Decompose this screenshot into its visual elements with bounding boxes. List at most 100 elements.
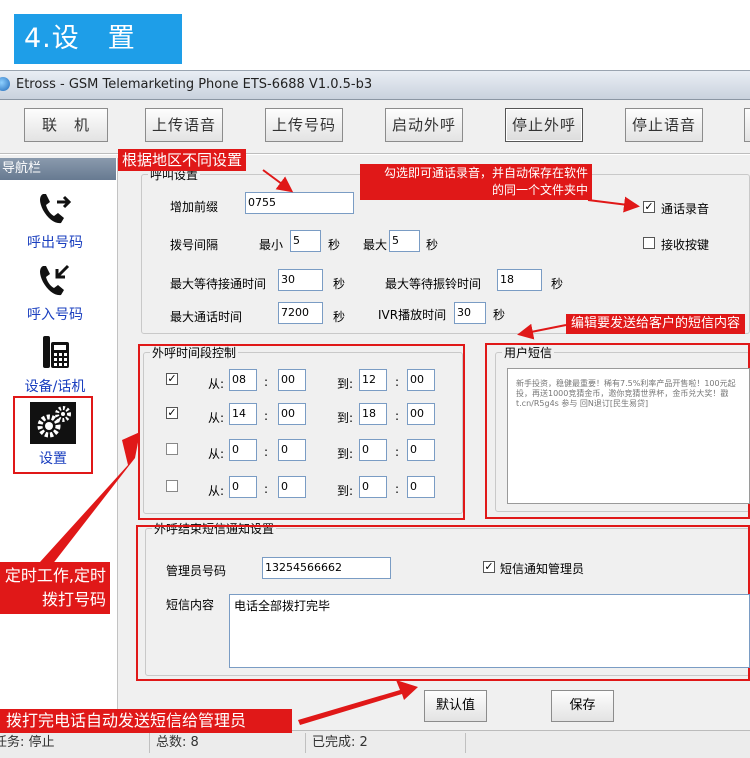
record-label: 通话录音 <box>661 202 710 216</box>
time-row-2-from-hour[interactable]: 14 <box>229 403 257 425</box>
min-interval-input[interactable]: 5 <box>290 230 321 252</box>
time-row-1-from-hour[interactable]: 08 <box>229 369 257 391</box>
stop-voice-button[interactable]: 停止语音 <box>625 108 703 142</box>
user-sms-textarea[interactable]: 新手投资，稳健最重要！稀有7.5%利率产品开售啦！100元起投，再送1000竞猜… <box>507 368 750 504</box>
time-row-3-from-hour[interactable]: 0 <box>229 439 257 461</box>
connect-button[interactable]: 联 机 <box>24 108 108 142</box>
save-button[interactable]: 保存 <box>551 690 614 722</box>
time-row-1-to-label: 到: <box>337 377 354 391</box>
time-row-2-from-minute[interactable]: 00 <box>278 403 306 425</box>
start-dial-button[interactable]: 启动外呼 <box>385 108 463 142</box>
max-wait-connect-label: 最大等待接通时间 <box>170 277 267 291</box>
nav-incoming[interactable]: 呼入号码 <box>0 260 110 324</box>
ivr-label: IVR播放时间 <box>378 308 447 322</box>
nav-outgoing[interactable]: 呼出号码 <box>0 188 110 252</box>
time-row-4-from-label: 从: <box>208 484 225 498</box>
time-row-2-from-colon: : <box>264 409 269 423</box>
incoming-call-icon <box>40 264 70 296</box>
time-row-3-from-colon: : <box>264 445 269 459</box>
interval-label: 拨号间隔 <box>170 238 219 252</box>
time-row-3-to-label: 到: <box>337 447 354 461</box>
max-call-sec-label: 秒 <box>333 310 346 324</box>
wait-ring-sec-label: 秒 <box>551 277 564 291</box>
section-title: 4.设 置 <box>14 14 182 64</box>
ivr-sec-label: 秒 <box>493 308 506 322</box>
time-row-2-from-label: 从: <box>208 411 225 425</box>
time-row-3-checkbox[interactable] <box>166 443 178 455</box>
upload-numbers-button[interactable]: 上传号码 <box>265 108 343 142</box>
nav-incoming-label: 呼入号码 <box>27 307 83 323</box>
time-row-4-checkbox[interactable] <box>166 480 178 492</box>
time-row-1-to-hour[interactable]: 12 <box>359 369 387 391</box>
admin-number-label: 管理员号码 <box>166 564 227 578</box>
time-row-1-from-colon: : <box>264 375 269 389</box>
status-bar: 任务: 停止 总数: 8 已完成: 2 <box>0 730 750 758</box>
time-row-4-from-hour[interactable]: 0 <box>229 476 257 498</box>
max-wait-ring-input[interactable]: 18 <box>497 269 542 291</box>
timed-callout: 定时工作,定时 拨打号码 <box>0 562 110 614</box>
nav-device[interactable]: 设备/话机 <box>0 332 110 396</box>
time-row-2-to-colon: : <box>395 409 400 423</box>
receive-key-label: 接收按键 <box>661 238 710 252</box>
time-row-4-to-label: 到: <box>337 484 354 498</box>
more-button[interactable] <box>744 108 750 142</box>
time-row-4-to-hour[interactable]: 0 <box>359 476 387 498</box>
sidebar-header: 导航栏 <box>0 158 116 180</box>
time-row-2-to-hour[interactable]: 18 <box>359 403 387 425</box>
status-total: 总数: 8 <box>154 733 306 753</box>
time-row-2-to-label: 到: <box>337 411 354 425</box>
record-checkbox[interactable]: ✓ <box>643 201 655 213</box>
outgoing-call-icon <box>40 194 72 224</box>
nav-settings-label: 设置 <box>39 451 67 467</box>
notify-admin-label: 短信通知管理员 <box>500 562 585 576</box>
prefix-label: 增加前缀 <box>170 200 219 214</box>
max-sec-label: 秒 <box>426 238 439 252</box>
desk-phone-icon <box>43 336 69 368</box>
notify-admin-checkbox[interactable]: ✓ <box>483 561 495 573</box>
status-task: 任务: 停止 <box>0 733 150 753</box>
time-row-3-from-minute[interactable]: 0 <box>278 439 306 461</box>
wait-connect-sec-label: 秒 <box>333 277 346 291</box>
upload-voice-button[interactable]: 上传语音 <box>145 108 223 142</box>
record-callout: 勾选即可通话录音，并自动保存在软件 的同一个文件夹中 <box>360 164 592 200</box>
receive-key-checkbox[interactable] <box>643 237 655 249</box>
time-row-1-from-minute[interactable]: 00 <box>278 369 306 391</box>
stop-dial-button[interactable]: 停止外呼 <box>505 108 583 142</box>
time-row-3-to-colon: : <box>395 445 400 459</box>
time-row-4-from-colon: : <box>264 482 269 496</box>
max-call-label: 最大通话时间 <box>170 310 243 324</box>
max-interval-input[interactable]: 5 <box>389 230 420 252</box>
min-label: 最小 <box>259 238 284 252</box>
max-wait-connect-input[interactable]: 30 <box>278 269 323 291</box>
prefix-input[interactable]: 0755 <box>245 192 354 214</box>
time-row-2-checkbox[interactable]: ✓ <box>166 407 178 419</box>
window-titlebar: Etross - GSM Telemarketing Phone ETS-668… <box>0 70 750 100</box>
time-row-3-to-minute[interactable]: 0 <box>407 439 435 461</box>
status-done: 已完成: 2 <box>310 733 466 753</box>
nav-outgoing-label: 呼出号码 <box>27 235 83 251</box>
nav-device-label: 设备/话机 <box>24 379 86 395</box>
time-row-1-from-label: 从: <box>208 377 225 391</box>
time-row-2-to-minute[interactable]: 00 <box>407 403 435 425</box>
default-button[interactable]: 默认值 <box>424 690 487 722</box>
record-callout-line1: 勾选即可通话录音，并自动保存在软件 <box>383 166 588 180</box>
record-callout-line2: 的同一个文件夹中 <box>491 183 588 197</box>
admin-number-input[interactable]: 13254566662 <box>262 557 391 579</box>
time-row-4-from-minute[interactable]: 0 <box>278 476 306 498</box>
time-row-1-checkbox[interactable]: ✓ <box>166 373 178 385</box>
max-wait-ring-label: 最大等待振铃时间 <box>385 277 482 291</box>
sms-callout: 编辑要发送给客户的短信内容 <box>566 314 746 334</box>
nav-settings[interactable]: 设置 <box>13 396 93 474</box>
max-call-input[interactable]: 7200 <box>278 302 323 324</box>
sms-content-textarea[interactable]: 电话全部拨打完毕 <box>229 594 750 668</box>
timed-callout-line2: 拨打号码 <box>41 590 106 609</box>
time-row-1-to-minute[interactable]: 00 <box>407 369 435 391</box>
time-row-4-to-minute[interactable]: 0 <box>407 476 435 498</box>
time-row-3-from-label: 从: <box>208 447 225 461</box>
time-row-3-to-hour[interactable]: 0 <box>359 439 387 461</box>
max-label: 最大 <box>363 238 388 252</box>
window-title: Etross - GSM Telemarketing Phone ETS-668… <box>16 77 373 92</box>
ivr-input[interactable]: 30 <box>454 302 486 324</box>
min-sec-label: 秒 <box>328 238 341 252</box>
sms-content-label: 短信内容 <box>166 598 215 612</box>
